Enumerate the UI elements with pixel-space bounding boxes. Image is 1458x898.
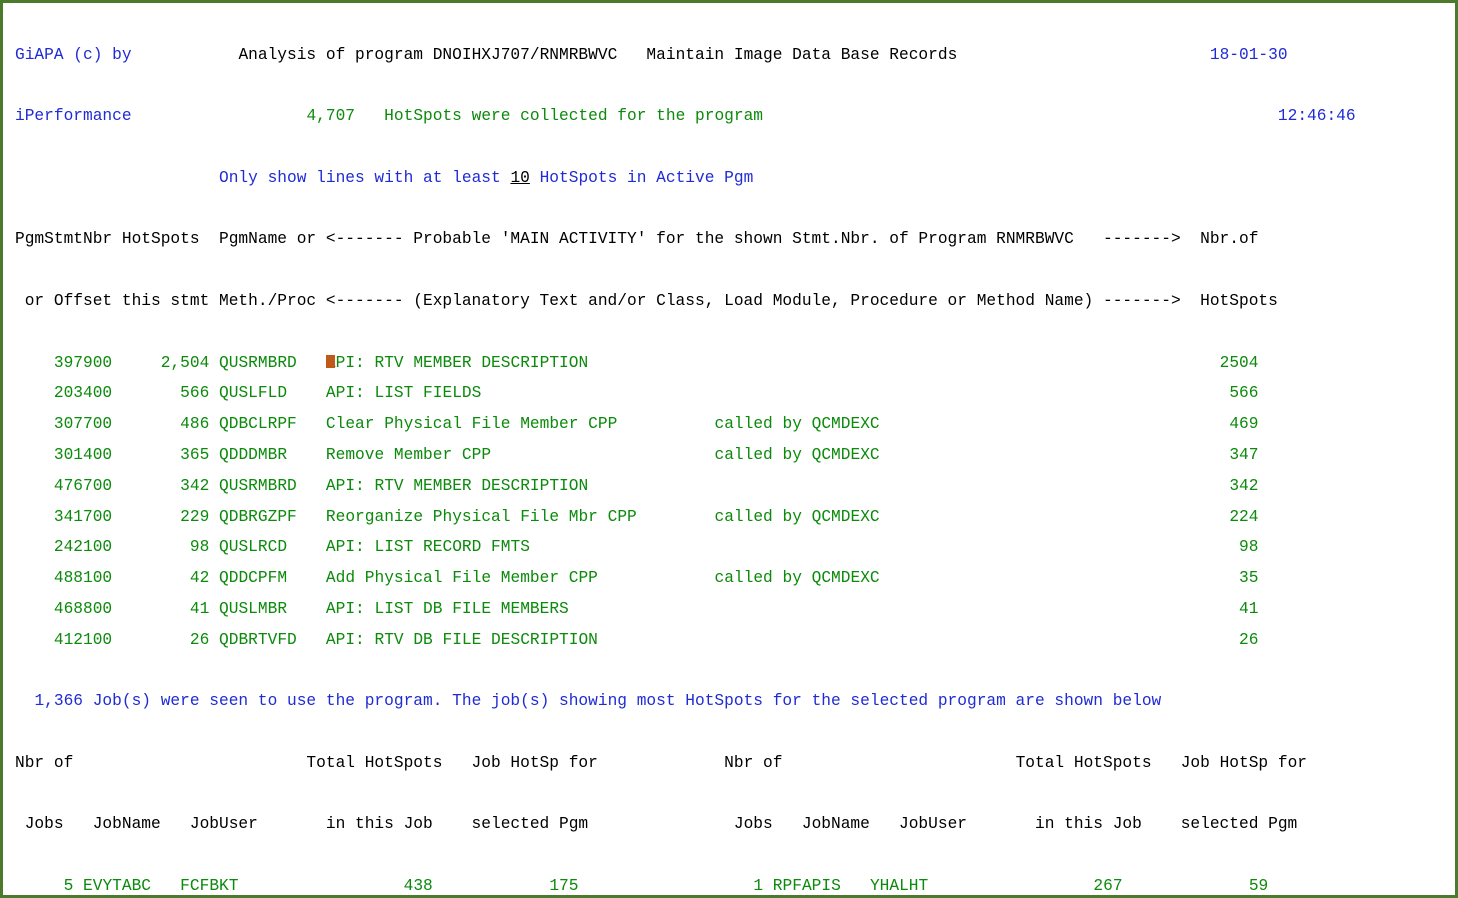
stmt-hotspots: 98 <box>112 538 209 556</box>
stmt-nbr: 412100 <box>15 631 112 649</box>
stmt-row: 242100 98 QUSLRCD API: LIST RECORD FMTS … <box>15 532 1443 563</box>
stmt-row: 203400 566 QUSLFLD API: LIST FIELDS 566 <box>15 378 1443 409</box>
stmt-pgm: QDDDMBR <box>219 446 316 464</box>
stmt-caller <box>714 477 1180 495</box>
stmt-hotspots: 566 <box>112 384 209 402</box>
jobs-summary: 1,366 Job(s) were seen to use the progra… <box>15 686 1443 717</box>
terminal-screen: GiAPA (c) by Analysis of program DNOIHXJ… <box>0 0 1458 898</box>
stmt-hotspots: 26 <box>112 631 209 649</box>
stmt-caller: called by QCMDEXC <box>714 508 1180 526</box>
stmt-total: 98 <box>1181 538 1259 556</box>
stmt-row: 488100 42 QDDCPFM Add Physical File Memb… <box>15 563 1443 594</box>
stmt-nbr: 341700 <box>15 508 112 526</box>
vendor: iPerformance <box>15 107 132 125</box>
stmt-activity: Add Physical File Member CPP <box>326 569 715 587</box>
stmt-pgm: QUSLFLD <box>219 384 316 402</box>
page-title: Analysis of program DNOIHXJ707/RNMRBWVC … <box>238 46 957 64</box>
stmt-pgm: QUSLMBR <box>219 600 316 618</box>
stmt-activity: API: LIST DB FILE MEMBERS <box>326 600 715 618</box>
total-hotspots: 4,707 <box>306 107 355 125</box>
stmt-activity: API: RTV MEMBER DESCRIPTION <box>326 354 715 372</box>
stmt-hotspots: 229 <box>112 508 209 526</box>
date: 18-01-30 <box>1210 46 1288 64</box>
job-total-hotspots: 438 <box>277 877 432 895</box>
stmt-pgm: QUSRMBRD <box>219 477 316 495</box>
stmt-activity: API: LIST FIELDS <box>326 384 715 402</box>
stmt-table-header-1: PgmStmtNbr HotSpots PgmName or <------- … <box>15 224 1443 255</box>
job-total-hotspots: 267 <box>967 877 1122 895</box>
stmt-row: 307700 486 QDBCLRPF Clear Physical File … <box>15 409 1443 440</box>
stmt-activity: API: LIST RECORD FMTS <box>326 538 715 556</box>
stmt-activity: API: RTV DB FILE DESCRIPTION <box>326 631 715 649</box>
stmt-total: 2504 <box>1181 354 1259 372</box>
job-user: YHALHT <box>870 877 967 895</box>
header-line-1: GiAPA (c) by Analysis of program DNOIHXJ… <box>15 40 1443 71</box>
stmt-nbr: 307700 <box>15 415 112 433</box>
stmt-total: 26 <box>1181 631 1259 649</box>
stmt-row: 397900 2,504 QUSRMBRD API: RTV MEMBER DE… <box>15 348 1443 379</box>
stmt-activity: Reorganize Physical File Mbr CPP <box>326 508 715 526</box>
job-name: RPFAPIS <box>773 877 870 895</box>
stmt-pgm: QDBRGZPF <box>219 508 316 526</box>
stmt-pgm: QDBCLRPF <box>219 415 316 433</box>
stmt-pgm: QUSLRCD <box>219 538 316 556</box>
stmt-caller <box>714 631 1180 649</box>
product-name: GiAPA (c) by <box>15 46 132 64</box>
stmt-caller <box>714 384 1180 402</box>
stmt-caller <box>714 354 1180 372</box>
stmt-total: 566 <box>1181 384 1259 402</box>
stmt-nbr: 476700 <box>15 477 112 495</box>
time: 12:46:46 <box>1278 107 1356 125</box>
stmt-activity: Remove Member CPP <box>326 446 715 464</box>
stmt-total: 342 <box>1181 477 1259 495</box>
stmt-nbr: 203400 <box>15 384 112 402</box>
stmt-total: 224 <box>1181 508 1259 526</box>
stmt-pgm: QDDCPFM <box>219 569 316 587</box>
stmt-nbr: 488100 <box>15 569 112 587</box>
stmt-caller: called by QCMDEXC <box>714 446 1180 464</box>
jobs-header-2: Jobs JobName JobUser in this Job selecte… <box>15 809 1443 840</box>
stmt-pgm: QUSRMBRD <box>219 354 316 372</box>
stmt-row: 341700 229 QDBRGZPF Reorganize Physical … <box>15 502 1443 533</box>
stmt-activity: API: RTV MEMBER DESCRIPTION <box>326 477 715 495</box>
job-user: FCFBKT <box>180 877 277 895</box>
job-count: 1 <box>705 877 763 895</box>
total-hotspots-label: HotSpots were collected for the program <box>384 107 763 125</box>
job-row: 5 EVYTABC FCFBKT 438 175 1 RPFAPIS YHALH… <box>15 871 1443 898</box>
stmt-total: 35 <box>1181 569 1259 587</box>
jobs-header-1: Nbr of Total HotSpots Job HotSp for Nbr … <box>15 748 1443 779</box>
job-selected-hotspots: 59 <box>1123 877 1269 895</box>
stmt-hotspots: 342 <box>112 477 209 495</box>
job-count: 5 <box>15 877 73 895</box>
stmt-hotspots: 365 <box>112 446 209 464</box>
min-hotspots-input[interactable]: 10 <box>510 169 529 187</box>
stmt-activity: Clear Physical File Member CPP <box>326 415 715 433</box>
stmt-nbr: 242100 <box>15 538 112 556</box>
stmt-total: 469 <box>1181 415 1259 433</box>
stmt-hotspots: 486 <box>112 415 209 433</box>
stmt-row: 301400 365 QDDDMBR Remove Member CPP cal… <box>15 440 1443 471</box>
stmt-nbr: 301400 <box>15 446 112 464</box>
stmt-total: 347 <box>1181 446 1259 464</box>
stmt-hotspots: 2,504 <box>112 354 209 372</box>
stmt-caller: called by QCMDEXC <box>714 415 1180 433</box>
stmt-total: 41 <box>1181 600 1259 618</box>
stmt-caller: called by QCMDEXC <box>714 569 1180 587</box>
stmt-caller <box>714 538 1180 556</box>
stmt-caller <box>714 600 1180 618</box>
stmt-hotspots: 42 <box>112 569 209 587</box>
stmt-row: 476700 342 QUSRMBRD API: RTV MEMBER DESC… <box>15 471 1443 502</box>
stmt-pgm: QDBRTVFD <box>219 631 316 649</box>
job-selected-hotspots: 175 <box>433 877 579 895</box>
filter-line: Only show lines with at least 10 HotSpot… <box>15 163 1443 194</box>
text-cursor <box>326 355 335 368</box>
stmt-hotspots: 41 <box>112 600 209 618</box>
stmt-table-header-2: or Offset this stmt Meth./Proc <------- … <box>15 286 1443 317</box>
header-line-2: iPerformance 4,707 HotSpots were collect… <box>15 101 1443 132</box>
stmt-nbr: 397900 <box>15 354 112 372</box>
stmt-row: 412100 26 QDBRTVFD API: RTV DB FILE DESC… <box>15 625 1443 656</box>
stmt-nbr: 468800 <box>15 600 112 618</box>
stmt-row: 468800 41 QUSLMBR API: LIST DB FILE MEMB… <box>15 594 1443 625</box>
job-name: EVYTABC <box>83 877 180 895</box>
